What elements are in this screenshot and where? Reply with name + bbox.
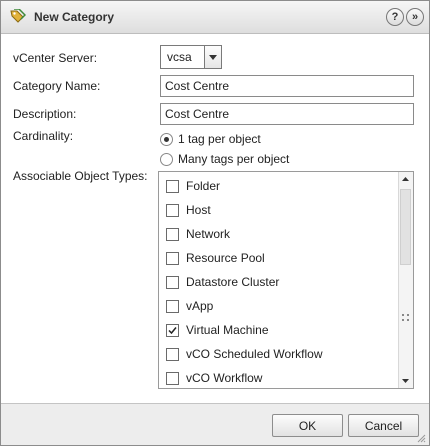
tag-category-icon bbox=[10, 8, 27, 25]
grip-dots-icon bbox=[402, 314, 409, 321]
vcenter-server-select[interactable]: vcsa bbox=[160, 45, 222, 69]
list-scrollbar[interactable] bbox=[398, 172, 413, 388]
cancel-button[interactable]: Cancel bbox=[348, 414, 419, 437]
new-category-dialog: New Category ? » vCenter Server: vcsa Ca… bbox=[0, 0, 430, 446]
radio-unselected-icon[interactable] bbox=[160, 153, 173, 166]
checkbox[interactable] bbox=[166, 252, 179, 265]
close-button[interactable]: » bbox=[406, 8, 424, 26]
description-input[interactable] bbox=[160, 103, 414, 125]
checkbox-checked[interactable] bbox=[166, 324, 179, 337]
list-item-label: vCO Scheduled Workflow bbox=[186, 347, 323, 361]
checkbox[interactable] bbox=[166, 180, 179, 193]
list-item-label: Network bbox=[186, 227, 231, 241]
scroll-up-button[interactable] bbox=[399, 172, 413, 186]
radio-selected-icon[interactable] bbox=[160, 133, 173, 146]
scroll-down-button[interactable] bbox=[399, 374, 413, 388]
category-name-input[interactable] bbox=[160, 75, 414, 97]
list-item-label: vCO Workflow bbox=[186, 371, 263, 385]
cardinality-option-label: Many tags per object bbox=[178, 152, 290, 166]
checkbox[interactable] bbox=[166, 372, 179, 385]
dropdown-button[interactable] bbox=[204, 46, 221, 68]
object-types-list[interactable]: Folder Host Network Resource Pool Datast… bbox=[158, 171, 414, 389]
vcenter-server-value: vcsa bbox=[167, 50, 192, 64]
list-item-label: Virtual Machine bbox=[186, 323, 269, 337]
checkbox[interactable] bbox=[166, 228, 179, 241]
chevron-down-icon bbox=[209, 55, 217, 60]
list-item-label: Resource Pool bbox=[186, 251, 265, 265]
list-item-label: Host bbox=[186, 203, 211, 217]
cardinality-option-label: 1 tag per object bbox=[178, 132, 261, 146]
arrow-up-icon bbox=[402, 177, 409, 181]
dialog-footer: OK Cancel bbox=[1, 403, 429, 445]
arrow-down-icon bbox=[402, 379, 409, 383]
category-name-label: Category Name: bbox=[13, 79, 101, 93]
list-item-label: vApp bbox=[186, 299, 214, 313]
checkbox[interactable] bbox=[166, 204, 179, 217]
dialog-titlebar[interactable]: New Category ? » bbox=[1, 1, 429, 34]
associable-object-types-label: Associable Object Types: bbox=[13, 169, 148, 183]
dialog-title: New Category bbox=[34, 10, 115, 24]
help-button[interactable]: ? bbox=[386, 8, 404, 26]
cardinality-label: Cardinality: bbox=[13, 129, 74, 143]
list-item-label: Folder bbox=[186, 179, 221, 193]
checkmark-icon bbox=[168, 327, 177, 335]
list-item-label: Datastore Cluster bbox=[186, 275, 280, 289]
ok-button[interactable]: OK bbox=[272, 414, 343, 437]
scrollbar-thumb[interactable] bbox=[400, 189, 411, 265]
checkbox[interactable] bbox=[166, 300, 179, 313]
resize-grip-icon[interactable] bbox=[417, 434, 426, 443]
checkbox[interactable] bbox=[166, 348, 179, 361]
checkbox[interactable] bbox=[166, 276, 179, 289]
vcenter-server-label: vCenter Server: bbox=[13, 51, 98, 65]
description-label: Description: bbox=[13, 107, 77, 121]
